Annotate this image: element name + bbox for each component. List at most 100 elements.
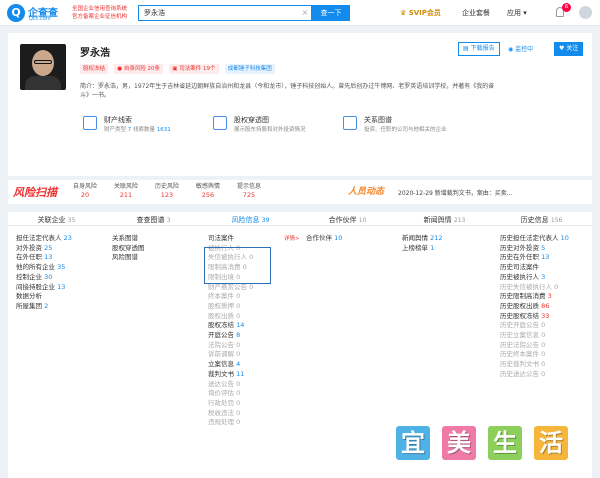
risk-related[interactable]: 关联风险 211 [106, 181, 146, 199]
item-count: 0 [236, 350, 241, 359]
list-item[interactable]: 合作伙伴 10 [306, 234, 342, 244]
tab-graphs[interactable]: 查查图谱 3 [105, 215, 202, 225]
list-item[interactable]: 开庭公告 8 [208, 331, 253, 341]
list-item[interactable]: 所屋集团 2 [16, 302, 72, 312]
list-item[interactable]: 对外投资 25 [16, 244, 72, 254]
list-item[interactable]: 法院公告 0 [208, 341, 253, 351]
list-item[interactable]: 历史法院公告 0 [500, 341, 569, 351]
search-button[interactable]: 查一下 [312, 5, 350, 21]
list-item[interactable]: 上榜榜单 1 [402, 244, 443, 254]
list-item[interactable]: 历史送达公告 0 [500, 370, 569, 380]
risk-history[interactable]: 历史风险 123 [147, 181, 187, 199]
list-item[interactable]: 股权穿透图 [112, 244, 145, 254]
tab-partners[interactable]: 合作伙伴 10 [299, 215, 396, 225]
download-report-label: 下载报告 [470, 45, 495, 52]
list-item[interactable]: 历史对外投资 5 [500, 244, 569, 254]
list-item[interactable]: 历史限制高消费 3 [500, 292, 569, 302]
list-item[interactable]: 裁判文书 11 [208, 370, 253, 380]
item-label: 询价评估 [208, 389, 234, 398]
list-item[interactable]: 违规处理 0 [208, 418, 253, 428]
list-item[interactable]: 司法案件 [208, 234, 253, 244]
monitor-button[interactable]: ◉ 监控中 [508, 44, 533, 53]
list-item[interactable]: 历史司法案件 [500, 263, 569, 273]
feature-property-clues[interactable]: 财产线索 财产类型 7 线索数量 1631 [83, 113, 207, 149]
list-item[interactable]: 送达公告 0 [208, 380, 253, 390]
detail-link[interactable]: 详情> [284, 234, 300, 242]
list-item[interactable]: 在外任职 13 [16, 253, 72, 263]
item-count: 10 [560, 234, 569, 242]
list-item[interactable]: 股权质押 0 [208, 302, 253, 312]
list-item[interactable]: 询价评估 0 [208, 389, 253, 399]
watermark-char: 生 [486, 424, 524, 462]
clear-search-icon[interactable]: × [299, 5, 311, 21]
list-item[interactable]: 税收违法 0 [208, 409, 253, 419]
tab-history[interactable]: 历史信息 156 [493, 215, 590, 225]
list-item[interactable]: 历史裁判文书 0 [500, 360, 569, 370]
item-label: 控制企业 [16, 272, 42, 281]
tag-equity-frozen[interactable]: 股权冻结 [80, 64, 109, 74]
list-item[interactable]: 数据分析 [16, 292, 72, 302]
highlight-box [204, 247, 271, 284]
list-item[interactable]: 历史在外任职 13 [500, 253, 569, 263]
list-item[interactable]: 担任法定代表人 23 [16, 234, 72, 244]
notification-badge: 6 [562, 3, 571, 12]
nav-enterprise-package[interactable]: 企业套餐 [462, 8, 490, 18]
list-item[interactable]: 历史开庭公告 0 [500, 321, 569, 331]
nav-apps[interactable]: 应用 ▾ [507, 8, 527, 18]
list-item[interactable]: 历史被执行人 3 [500, 273, 569, 283]
search-input[interactable]: 罗永浩 [138, 5, 312, 21]
tag-self-risk[interactable]: ● 自身风险 20条 [114, 64, 164, 74]
list-item[interactable]: 历史失信被执行人 0 [500, 283, 569, 293]
risk-self[interactable]: 自身风险 20 [65, 181, 105, 199]
list-item[interactable]: 间接持股企业 13 [16, 283, 72, 293]
list-item[interactable]: 风险图谱 [112, 253, 145, 263]
item-label: 在外任职 [16, 253, 42, 262]
follow-button[interactable]: ♥ 关注 [554, 42, 584, 56]
list-item[interactable]: 控制企业 30 [16, 273, 72, 283]
item-count: 13 [44, 253, 53, 262]
list-item[interactable]: 历史担任法定代表人 10 [500, 234, 569, 244]
risk-label: 历史风险 [154, 183, 179, 190]
list-item[interactable]: 历史股权冻结 33 [500, 312, 569, 322]
tab-related-companies[interactable]: 关联企业 35 [8, 215, 105, 225]
list-item[interactable]: 关系图谱 [112, 234, 145, 244]
item-label: 历史股权冻结 [500, 311, 539, 320]
list-item[interactable]: 立案信息 4 [208, 360, 253, 370]
item-count: 0 [236, 379, 241, 388]
item-label: 间接持股企业 [16, 282, 55, 291]
risk-label: 关联风险 [113, 183, 138, 190]
list-item[interactable]: 历史终本案件 0 [500, 350, 569, 360]
user-avatar[interactable] [579, 6, 592, 19]
item-count: 25 [44, 243, 53, 252]
tab-news[interactable]: 新闻舆情 213 [396, 215, 493, 225]
download-report-button[interactable]: ▤ 下载报告 [458, 42, 500, 56]
slogan-line2: 官方备案企业征信机构 [72, 14, 128, 20]
tag-group[interactable]: 成都锤子科技集团 [224, 64, 275, 74]
item-count: 86 [541, 301, 550, 310]
qcc-logo-icon[interactable]: Q [7, 4, 25, 22]
section-tabs: 关联企业 35 查查图谱 3 风险信息 39 合作伙伴 10 新闻舆情 213 … [8, 212, 592, 226]
feature-relationship-graph[interactable]: 关系图谱 投资、任职的公司与他相关的企业 [343, 113, 467, 149]
list-item[interactable]: 行政处罚 0 [208, 399, 253, 409]
list-item[interactable]: 诉前调解 0 [208, 350, 253, 360]
tab-risk-info[interactable]: 风险信息 39 [202, 215, 299, 225]
item-count: 0 [541, 369, 546, 378]
list-item[interactable]: 股权冻结 14 [208, 321, 253, 331]
tab-count: 35 [67, 217, 76, 224]
list-item[interactable]: 历史股权出质 86 [500, 302, 569, 312]
risk-sensitive-news[interactable]: 敏感舆情 256 [188, 181, 228, 199]
list-item[interactable]: 股权出质 0 [208, 312, 253, 322]
item-label: 合作伙伴 [306, 234, 332, 242]
tab-label: 合作伙伴 [328, 216, 357, 224]
svip-link[interactable]: ♛ SVIP会员 [400, 8, 441, 18]
feature-equity-penetration[interactable]: 股权穿透图 展示股东持股和对外投资情况 [213, 113, 337, 149]
list-item[interactable]: 他的所有企业 35 [16, 263, 72, 273]
risk-value: 123 [160, 191, 174, 199]
tag-judicial-cases[interactable]: ▣ 司法案件 19个 [169, 64, 219, 74]
list-item[interactable]: 历史立案信息 0 [500, 331, 569, 341]
list-item[interactable]: 新闻舆情 212 [402, 234, 443, 244]
photo-shirt [25, 76, 61, 90]
person-news-text[interactable]: 2020-12-29 新增裁判文书，案由：买卖... [398, 188, 513, 197]
risk-hints[interactable]: 提示信息 725 [229, 181, 269, 199]
list-item[interactable]: 终本案件 0 [208, 292, 253, 302]
